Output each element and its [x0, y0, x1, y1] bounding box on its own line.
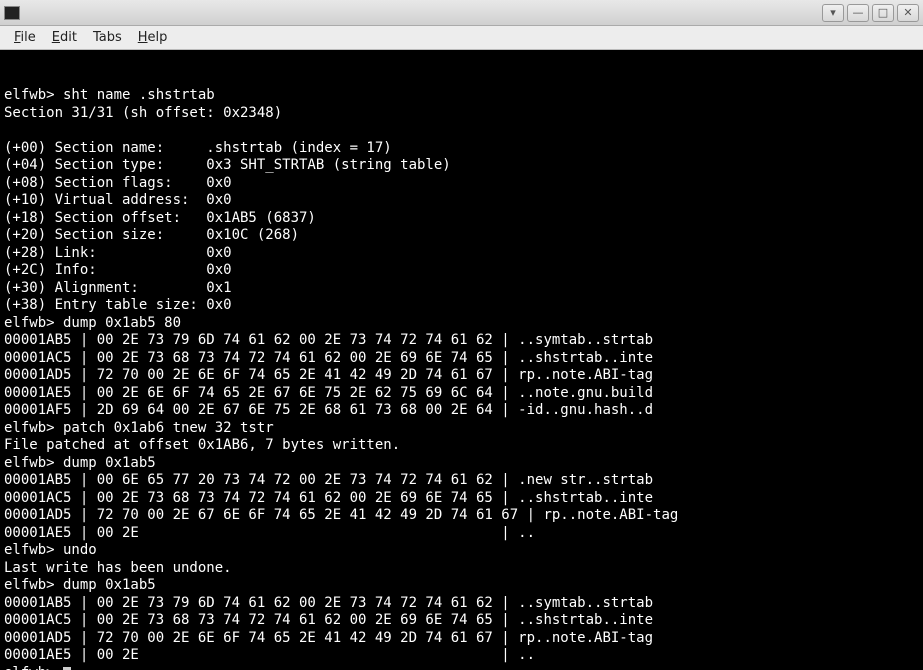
terminal-line: elfwb> dump 0x1ab5 80 — [4, 315, 919, 333]
terminal-line: 00001AE5 | 00 2E 6E 6F 74 65 2E 67 6E 75… — [4, 385, 919, 403]
terminal-line: Last write has been undone. — [4, 560, 919, 578]
terminal-line: (+10) Virtual address: 0x0 — [4, 192, 919, 210]
terminal-line: 00001AC5 | 00 2E 73 68 73 74 72 74 61 62… — [4, 490, 919, 508]
terminal-line: 00001AC5 | 00 2E 73 68 73 74 72 74 61 62… — [4, 612, 919, 630]
menu-tabs-label: Tabs — [93, 30, 122, 45]
terminal-line: 00001AB5 | 00 6E 65 77 20 73 74 72 00 2E… — [4, 472, 919, 490]
minimize-button[interactable]: — — [847, 4, 869, 22]
terminal-line: (+30) Alignment: 0x1 — [4, 280, 919, 298]
menu-file-rest: ile — [21, 30, 36, 45]
terminal-line: elfwb> undo — [4, 542, 919, 560]
menu-help-rest: elp — [148, 30, 168, 45]
terminal-area[interactable]: elfwb> sht name .shstrtabSection 31/31 (… — [0, 50, 923, 670]
terminal-line: 00001AD5 | 72 70 00 2E 67 6E 6F 74 65 2E… — [4, 507, 919, 525]
terminal-line: elfwb> sht name .shstrtab — [4, 87, 919, 105]
terminal-prompt: elfwb> — [4, 665, 63, 670]
terminal-prompt-line: elfwb> — [4, 665, 71, 670]
app-icon — [4, 6, 20, 20]
terminal-line: (+00) Section name: .shstrtab (index = 1… — [4, 140, 919, 158]
close-button[interactable]: ✕ — [897, 4, 919, 22]
cursor-icon — [63, 667, 71, 670]
terminal-line: elfwb> dump 0x1ab5 — [4, 577, 919, 595]
terminal-line: 00001AB5 | 00 2E 73 79 6D 74 61 62 00 2E… — [4, 332, 919, 350]
terminal-line: 00001AF5 | 2D 69 64 00 2E 67 6E 75 2E 68… — [4, 402, 919, 420]
terminal-line: 00001AB5 | 00 2E 73 79 6D 74 61 62 00 2E… — [4, 595, 919, 613]
terminal-line: (+20) Section size: 0x10C (268) — [4, 227, 919, 245]
terminal-line: 00001AE5 | 00 2E | .. — [4, 525, 919, 543]
titlebar: ▾ — □ ✕ — [0, 0, 923, 26]
terminal-line: (+2C) Info: 0x0 — [4, 262, 919, 280]
terminal-line: 00001AD5 | 72 70 00 2E 6E 6F 74 65 2E 41… — [4, 630, 919, 648]
terminal-line: (+18) Section offset: 0x1AB5 (6837) — [4, 210, 919, 228]
menu-file[interactable]: File — [6, 28, 44, 47]
terminal-line: elfwb> dump 0x1ab5 — [4, 455, 919, 473]
menu-edit[interactable]: Edit — [44, 28, 85, 47]
terminal-line: 00001AC5 | 00 2E 73 68 73 74 72 74 61 62… — [4, 350, 919, 368]
terminal-line: (+04) Section type: 0x3 SHT_STRTAB (stri… — [4, 157, 919, 175]
terminal-line: 00001AD5 | 72 70 00 2E 6E 6F 74 65 2E 41… — [4, 367, 919, 385]
maximize-button[interactable]: □ — [872, 4, 894, 22]
terminal-line: 00001AE5 | 00 2E | .. — [4, 647, 919, 665]
terminal-window: ▾ — □ ✕ File Edit Tabs Help elfwb> sht n… — [0, 0, 923, 670]
terminal-output: elfwb> sht name .shstrtabSection 31/31 (… — [4, 87, 919, 665]
menu-help[interactable]: Help — [130, 28, 176, 47]
terminal-line: (+08) Section flags: 0x0 — [4, 175, 919, 193]
window-dropdown-button[interactable]: ▾ — [822, 4, 844, 22]
terminal-line: Section 31/31 (sh offset: 0x2348) — [4, 105, 919, 123]
terminal-line: (+28) Link: 0x0 — [4, 245, 919, 263]
menu-edit-rest: dit — [60, 30, 77, 45]
menubar: File Edit Tabs Help — [0, 26, 923, 50]
terminal-line: elfwb> patch 0x1ab6 tnew 32 tstr — [4, 420, 919, 438]
terminal-line: File patched at offset 0x1AB6, 7 bytes w… — [4, 437, 919, 455]
terminal-line: (+38) Entry table size: 0x0 — [4, 297, 919, 315]
terminal-line — [4, 122, 919, 140]
menu-tabs[interactable]: Tabs — [85, 28, 130, 47]
